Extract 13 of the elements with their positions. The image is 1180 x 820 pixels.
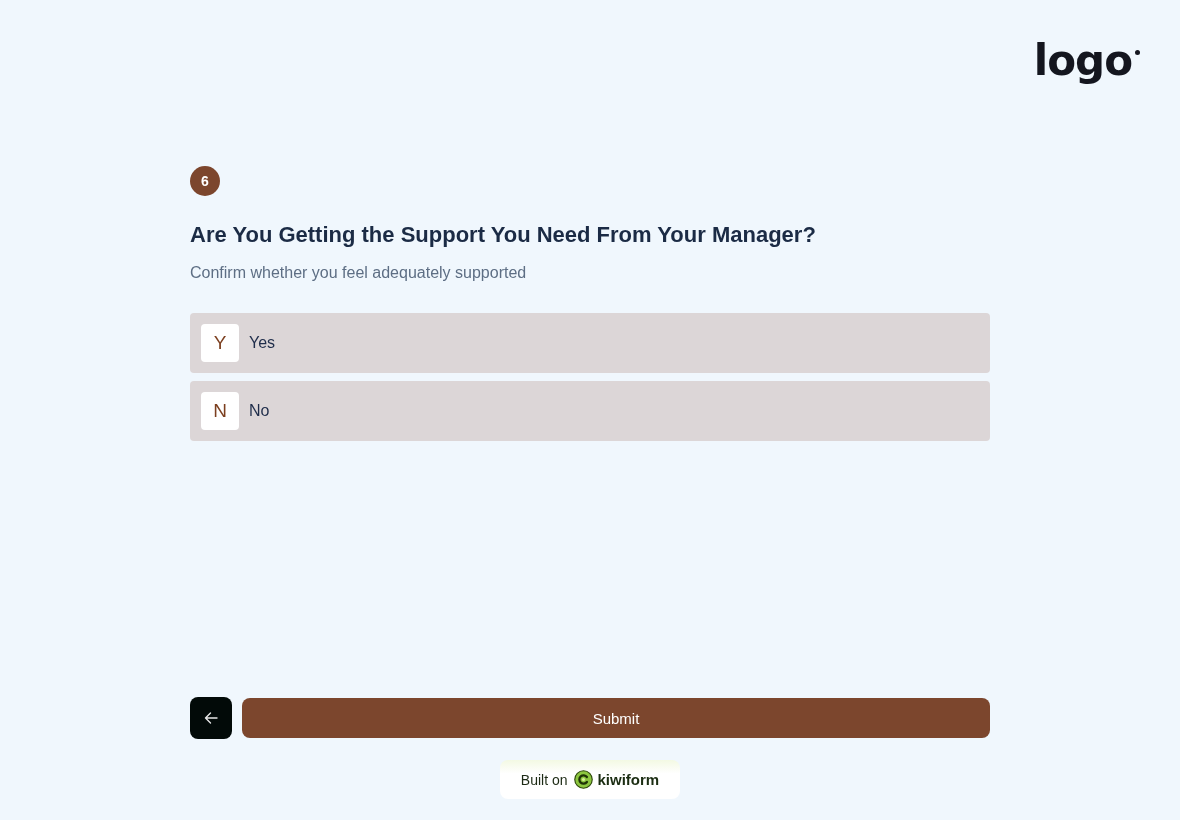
option-key-tile: N bbox=[201, 392, 239, 430]
left-arrow-icon bbox=[204, 712, 218, 724]
logo: logo bbox=[1033, 36, 1140, 86]
option-key-tile: Y bbox=[201, 324, 239, 362]
question-title: Are You Getting the Support You Need From Your Manager? bbox=[190, 221, 816, 249]
answer-option[interactable]: N No bbox=[190, 381, 990, 441]
question-number-badge: 6 bbox=[190, 166, 220, 196]
ring-logo-icon bbox=[573, 770, 593, 789]
question-description: Confirm whether you feel adequately supported bbox=[190, 263, 527, 283]
back-button[interactable] bbox=[190, 697, 232, 739]
answer-option[interactable]: Y Yes bbox=[190, 313, 990, 373]
built-on-link[interactable]: Built on kiwiform bbox=[499, 760, 681, 799]
submit-button[interactable]: Submit bbox=[242, 698, 990, 738]
